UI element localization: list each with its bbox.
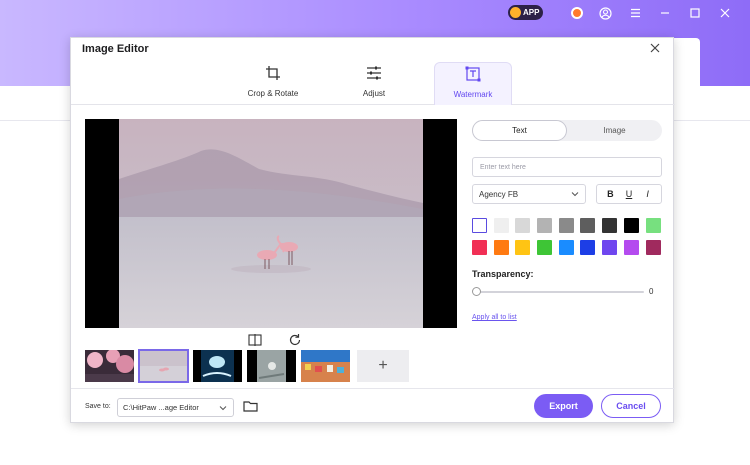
- italic-button[interactable]: I: [641, 189, 655, 199]
- transparency-value: 0: [649, 287, 654, 296]
- preview-tools: [247, 332, 303, 348]
- color-swatch[interactable]: [645, 218, 661, 233]
- color-swatch[interactable]: [493, 240, 509, 255]
- tab-label: Adjust: [362, 89, 386, 98]
- preview-photo: [119, 119, 423, 328]
- minimize-icon[interactable]: [650, 4, 680, 22]
- text-style-buttons: B U I: [596, 184, 662, 204]
- editor-tabs: Crop & Rotate Adjust Watermark: [71, 58, 675, 105]
- maximize-icon[interactable]: [680, 4, 710, 22]
- account-icon[interactable]: [590, 4, 620, 22]
- apply-all-link[interactable]: Apply all to list: [472, 314, 517, 321]
- rotate-icon[interactable]: [287, 332, 303, 348]
- chevron-down-icon: [219, 406, 227, 411]
- underline-button[interactable]: U: [622, 189, 636, 199]
- cancel-button[interactable]: Cancel: [601, 394, 661, 418]
- color-palette: [472, 218, 661, 255]
- chevron-down-icon: [571, 192, 579, 197]
- dialog-title: Image Editor: [82, 43, 149, 55]
- export-button[interactable]: Export: [534, 394, 593, 418]
- image-preview: [85, 119, 457, 328]
- tab-watermark[interactable]: Watermark: [434, 62, 512, 105]
- transparency-slider-track[interactable]: [476, 291, 644, 293]
- titlebar-controls: [566, 4, 740, 22]
- tab-label: Watermark: [453, 90, 493, 99]
- color-swatch[interactable]: [645, 240, 661, 255]
- menu-icon[interactable]: [620, 4, 650, 22]
- save-to-label: Save to:: [85, 403, 111, 410]
- color-swatch[interactable]: [623, 218, 639, 233]
- bold-button[interactable]: B: [603, 189, 617, 199]
- flip-icon[interactable]: [247, 332, 263, 348]
- mode-image-option[interactable]: Image: [567, 120, 662, 141]
- transparency-slider-handle[interactable]: [472, 287, 481, 296]
- color-swatch[interactable]: [580, 218, 596, 233]
- color-swatch[interactable]: [623, 240, 639, 255]
- thumbnail-flamingos[interactable]: [138, 349, 189, 383]
- mode-text-option[interactable]: Text: [472, 120, 567, 141]
- app-badge-icon: [510, 7, 521, 18]
- color-swatch[interactable]: [537, 218, 553, 233]
- color-swatch[interactable]: [558, 218, 574, 233]
- transparency-label: Transparency:: [472, 269, 534, 279]
- save-path-value: C:\HitPaw ...age Editor: [123, 403, 199, 412]
- color-swatch[interactable]: [515, 240, 531, 255]
- watermark-text-input[interactable]: Enter text here: [472, 157, 662, 177]
- color-swatch[interactable]: [472, 218, 487, 233]
- close-icon[interactable]: [710, 4, 740, 22]
- color-swatch[interactable]: [493, 218, 509, 233]
- app-badge-label: APP: [523, 8, 540, 17]
- color-swatch[interactable]: [537, 240, 553, 255]
- mode-toggle: Text Image: [472, 120, 662, 141]
- add-image-button[interactable]: +: [357, 350, 409, 382]
- color-swatch[interactable]: [580, 240, 596, 255]
- tab-crop-rotate[interactable]: Crop & Rotate: [234, 62, 312, 105]
- crop-icon: [234, 62, 312, 84]
- image-editor-dialog: Image Editor Crop & Rotate Adjust Waterm…: [70, 37, 675, 424]
- color-swatch[interactable]: [515, 218, 531, 233]
- color-swatch[interactable]: [602, 240, 618, 255]
- font-select[interactable]: Agency FB: [472, 184, 586, 204]
- dialog-footer: Save to: C:\HitPaw ...age Editor Export …: [71, 388, 675, 424]
- color-swatch[interactable]: [558, 240, 574, 255]
- font-select-value: Agency FB: [479, 189, 519, 199]
- color-swatch[interactable]: [472, 240, 487, 255]
- color-swatch[interactable]: [602, 218, 618, 233]
- thumbnail-colorful-town[interactable]: [301, 350, 350, 382]
- thumbnail-strip: +: [85, 349, 409, 383]
- dialog-close-icon[interactable]: [647, 40, 663, 56]
- thumbnail-foggy-bird[interactable]: [247, 350, 296, 382]
- save-path-select[interactable]: C:\HitPaw ...age Editor: [117, 398, 234, 417]
- tab-label: Crop & Rotate: [247, 89, 299, 98]
- watermark-icon: [435, 63, 511, 85]
- tab-adjust[interactable]: Adjust: [335, 62, 413, 105]
- thumbnail-jellyfish[interactable]: [193, 350, 242, 382]
- thumbnail-cherry-blossom[interactable]: [85, 350, 134, 382]
- folder-icon[interactable]: [243, 399, 259, 415]
- sliders-icon: [335, 62, 413, 84]
- app-badge[interactable]: APP: [508, 5, 544, 20]
